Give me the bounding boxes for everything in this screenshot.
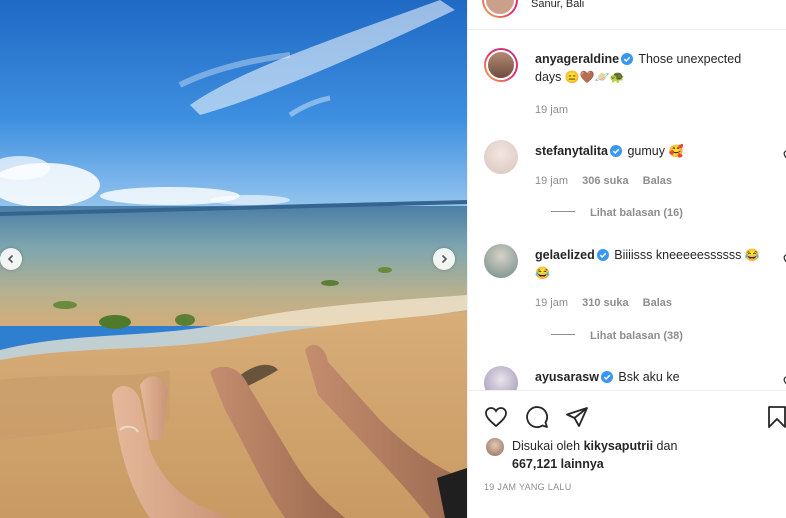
comment-item: ayusarasw Bsk aku ke [484,366,786,400]
beach-photo [0,0,467,518]
verified-badge-icon [621,53,634,65]
reply-button[interactable]: Balas [643,297,672,309]
comment-time[interactable]: 19 jam [535,175,568,187]
replies-line [551,211,575,212]
post-photo [0,0,467,518]
comment-body: ayusarasw Bsk aku ke [535,368,765,386]
caption-time[interactable]: 19 jam [535,104,568,116]
chevron-left-icon [7,254,14,264]
chevron-right-icon [441,254,448,264]
caption-avatar[interactable] [484,48,518,82]
post-timestamp[interactable]: 19 JAM YANG LALU [484,482,572,492]
comment-item: gelaelized Biiiisss kneeeeessssss 😂😂 19 … [484,244,786,344]
view-replies-button[interactable]: Lihat balasan (16) [551,207,683,219]
comment-username[interactable]: stefanytalita [535,144,608,158]
comment-body: gelaelized Biiiisss kneeeeessssss 😂😂 [535,246,765,282]
liked-by-and: dan [656,439,678,453]
liked-by-text: Disukai oleh kikysaputrii dan 667,121 la… [512,437,762,473]
replies-line [551,334,575,335]
comment-text: Bsk aku ke [618,370,680,384]
comment-text: gumuy [627,144,665,158]
comment-body: stefanytalita gumuy 🥰 [535,142,765,160]
next-photo-button[interactable] [433,248,455,270]
post-side-panel: Sanur, Bali anyageraldine Those unexpect… [467,0,786,518]
comment-item: stefanytalita gumuy 🥰 19 jam 306 suka Ba… [484,140,786,230]
caption-body: anyageraldine Those unexpected days 😑🤎🪐🐢 [535,50,765,86]
comment-username[interactable]: ayusarasw [535,370,599,384]
comment-icon[interactable] [525,405,549,429]
verified-badge-icon [609,145,622,157]
commenter-avatar[interactable] [484,140,518,174]
caption-meta: 19 jam [535,104,579,116]
comment-text: Biiiisss kneeeeessssss [614,248,742,262]
liker-username[interactable]: kikysaputrii [584,439,653,453]
likes-count[interactable]: 667,121 lainnya [512,457,604,471]
comment-likes[interactable]: 310 suka [582,297,628,309]
commenter-avatar[interactable] [484,244,518,278]
comment-username[interactable]: gelaelized [535,248,595,262]
heart-icon[interactable] [484,405,508,429]
comment-meta: 19 jam 310 suka Balas [535,297,683,309]
previous-photo-button[interactable] [0,248,22,270]
comment-likes[interactable]: 306 suka [582,175,628,187]
comment-emoji: 🥰 [668,144,684,158]
author-avatar[interactable] [482,0,518,18]
verified-badge-icon [596,249,609,261]
comment-meta: 19 jam 306 suka Balas [535,175,683,187]
verified-badge-icon [600,371,613,383]
reply-button[interactable]: Balas [643,175,672,187]
caption-username[interactable]: anyageraldine [535,52,619,66]
location-label[interactable]: Sanur, Bali [531,0,584,10]
share-icon[interactable] [565,405,589,429]
liker-avatar[interactable] [486,438,504,456]
view-replies-label: Lihat balasan (16) [590,207,683,219]
post-actions: Disukai oleh kikysaputrii dan 667,121 la… [468,390,786,518]
comment-time[interactable]: 19 jam [535,297,568,309]
bookmark-icon[interactable] [765,405,786,429]
post-header: Sanur, Bali [468,0,786,30]
caption-emoji: 😑🤎🪐🐢 [564,70,625,84]
post-caption: anyageraldine Those unexpected days 😑🤎🪐🐢… [484,48,784,118]
liked-by-prefix: Disukai oleh [512,439,581,453]
view-replies-button[interactable]: Lihat balasan (38) [551,330,683,342]
view-replies-label: Lihat balasan (38) [590,330,683,342]
